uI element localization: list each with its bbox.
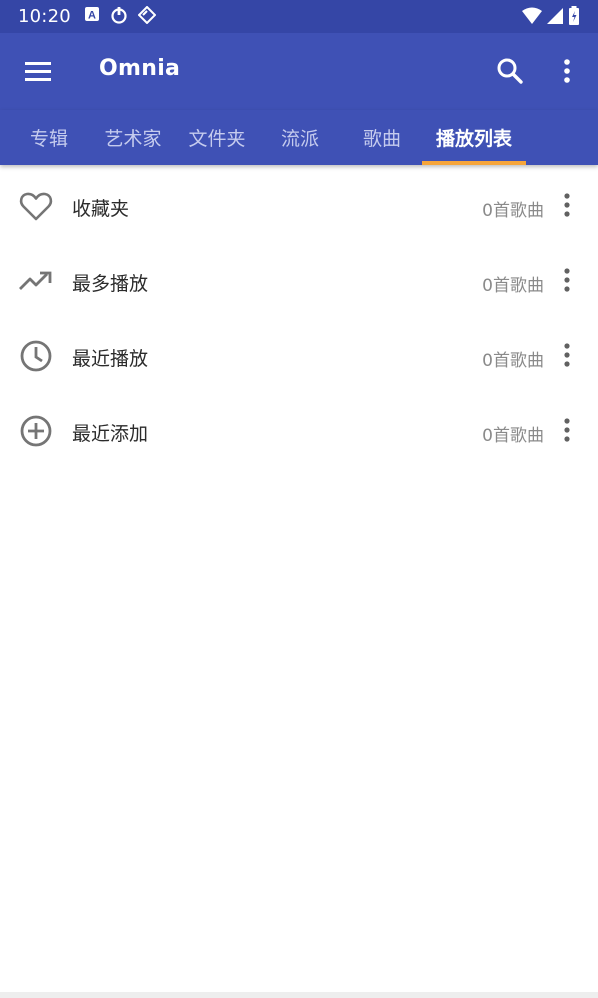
- status-time: 10:20: [18, 6, 71, 27]
- hamburger-menu-icon[interactable]: [22, 59, 54, 85]
- playlist-song-count: 0首歌曲: [482, 201, 544, 221]
- a-letter-icon: A: [85, 7, 99, 22]
- wifi-icon: [522, 7, 542, 24]
- tab-bar: 专辑 艺术家 文件夹 流派 歌曲 播放列表: [0, 110, 598, 165]
- tab-genres[interactable]: 流派: [268, 110, 332, 165]
- add-circle-icon: [20, 415, 52, 447]
- playlist-label: 最近添加: [72, 423, 149, 445]
- playlist-row-recently-played[interactable]: 最近播放 0首歌曲: [0, 318, 598, 393]
- tab-playlists[interactable]: 播放列表: [422, 110, 526, 165]
- status-system-icons: [522, 6, 580, 26]
- status-notification-icons: A: [84, 6, 156, 24]
- app-title: Omnia: [99, 56, 181, 81]
- bottom-divider: [0, 992, 598, 998]
- app-bar: Omnia: [0, 33, 598, 110]
- tab-indicator: [422, 161, 526, 165]
- playlist-row-most-played[interactable]: 最多播放 0首歌曲: [0, 243, 598, 318]
- playlist-label: 收藏夹: [72, 198, 130, 220]
- clock-icon: [20, 340, 52, 372]
- cell-signal-icon: [547, 8, 563, 24]
- battery-icon: [569, 6, 579, 25]
- status-bar: 10:20 A: [0, 0, 598, 33]
- playlist-label: 最近播放: [72, 348, 149, 370]
- tab-songs[interactable]: 歌曲: [350, 110, 414, 165]
- tab-folders[interactable]: 文件夹: [182, 110, 252, 165]
- more-vert-icon[interactable]: [557, 190, 577, 220]
- more-vert-icon[interactable]: [556, 55, 578, 87]
- playlist-row-recently-added[interactable]: 最近添加 0首歌曲: [0, 393, 598, 468]
- tab-albums[interactable]: 专辑: [18, 110, 80, 165]
- tag-icon: [138, 6, 156, 24]
- tab-artists[interactable]: 艺术家: [98, 110, 168, 165]
- playlist-label: 最多播放: [72, 273, 149, 295]
- sync-icon: [111, 7, 127, 24]
- playlist-song-count: 0首歌曲: [482, 426, 544, 446]
- playlist-song-count: 0首歌曲: [482, 351, 544, 371]
- more-vert-icon[interactable]: [557, 415, 577, 445]
- more-vert-icon[interactable]: [557, 265, 577, 295]
- playlist-song-count: 0首歌曲: [482, 276, 544, 296]
- trending-up-icon: [19, 271, 52, 290]
- search-icon[interactable]: [494, 55, 526, 87]
- heart-icon: [19, 192, 53, 221]
- more-vert-icon[interactable]: [557, 340, 577, 370]
- svg-text:A: A: [88, 10, 96, 22]
- playlist-row-favorites[interactable]: 收藏夹 0首歌曲: [0, 168, 598, 243]
